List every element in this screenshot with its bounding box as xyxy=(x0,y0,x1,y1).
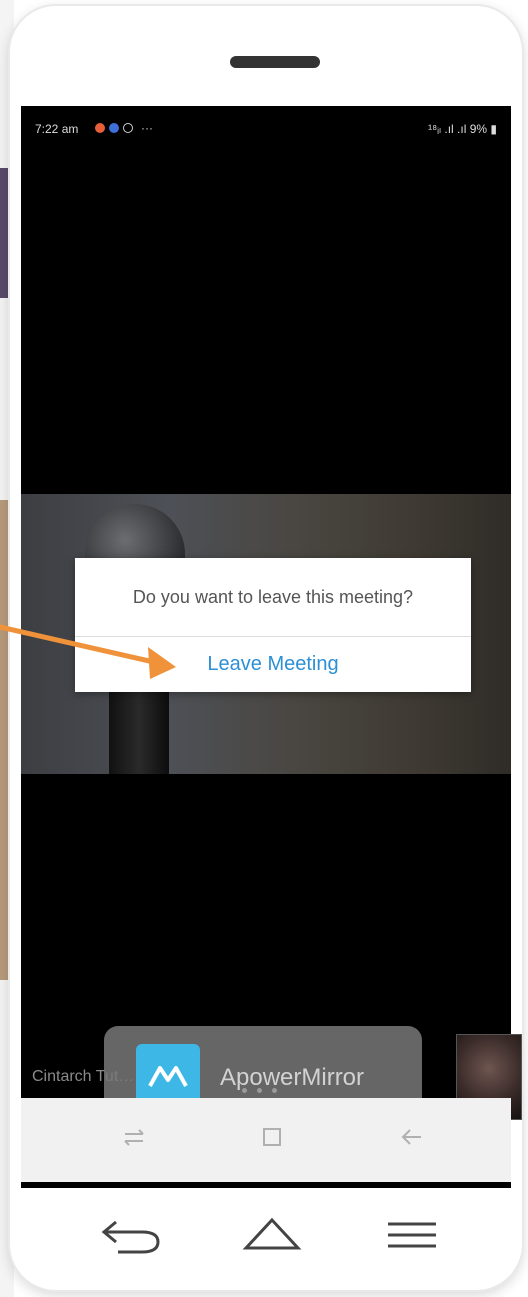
back-arrow-glyph xyxy=(401,1129,421,1145)
recents-glyph xyxy=(124,1129,144,1146)
notification-app-icon xyxy=(95,123,105,133)
back-curved-icon[interactable] xyxy=(98,1214,164,1261)
home-outline-icon[interactable] xyxy=(242,1214,302,1261)
phone-speaker xyxy=(230,56,320,68)
more-notifications-icon: ··· xyxy=(141,121,153,135)
home-square-glyph xyxy=(263,1128,281,1146)
apowermirror-m-glyph xyxy=(148,1066,188,1087)
home-outline-glyph xyxy=(242,1217,302,1250)
signal-battery-status: ¹⁸ᵢₗ .ıl .ıl 9% ▮ xyxy=(428,122,497,136)
notification-shield-icon xyxy=(109,123,119,133)
hardware-nav-bar xyxy=(10,1184,522,1284)
back-curved-glyph xyxy=(101,1220,160,1254)
whatsapp-icon xyxy=(123,123,133,133)
back-arrow-icon[interactable] xyxy=(399,1126,425,1154)
system-nav-bar xyxy=(21,1098,511,1182)
desktop-edge-thumbnail xyxy=(0,500,10,980)
menu-lines-icon[interactable] xyxy=(384,1214,440,1261)
notification-icons: ··· xyxy=(95,121,153,135)
page-indicator-dots xyxy=(242,1088,277,1093)
home-square-icon[interactable] xyxy=(261,1126,283,1154)
status-time: 7:22 am xyxy=(35,122,79,136)
recents-icon[interactable] xyxy=(121,1126,147,1154)
annotation-arrow xyxy=(0,624,176,679)
menu-lines-glyph xyxy=(388,1222,436,1248)
status-bar: 7:22 am ··· ¹⁸ᵢₗ .ıl .ıl 9% ▮ xyxy=(21,118,511,140)
